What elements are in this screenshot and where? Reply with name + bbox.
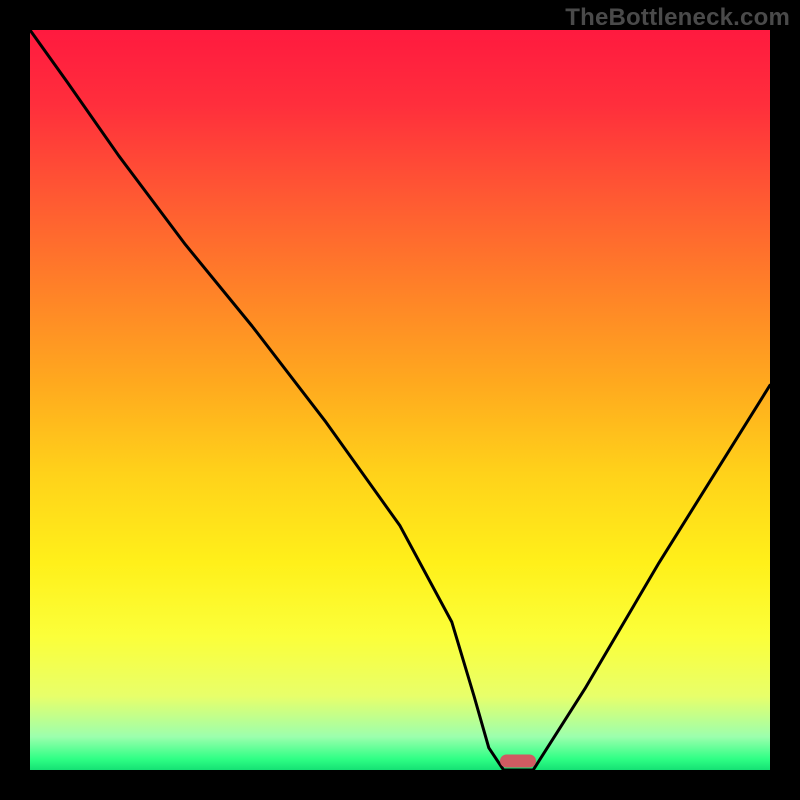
- plot-area: [30, 30, 770, 770]
- optimal-marker: [500, 755, 536, 768]
- bottleneck-curve: [30, 30, 770, 770]
- chart-frame: TheBottleneck.com: [0, 0, 800, 800]
- watermark-text: TheBottleneck.com: [565, 4, 790, 32]
